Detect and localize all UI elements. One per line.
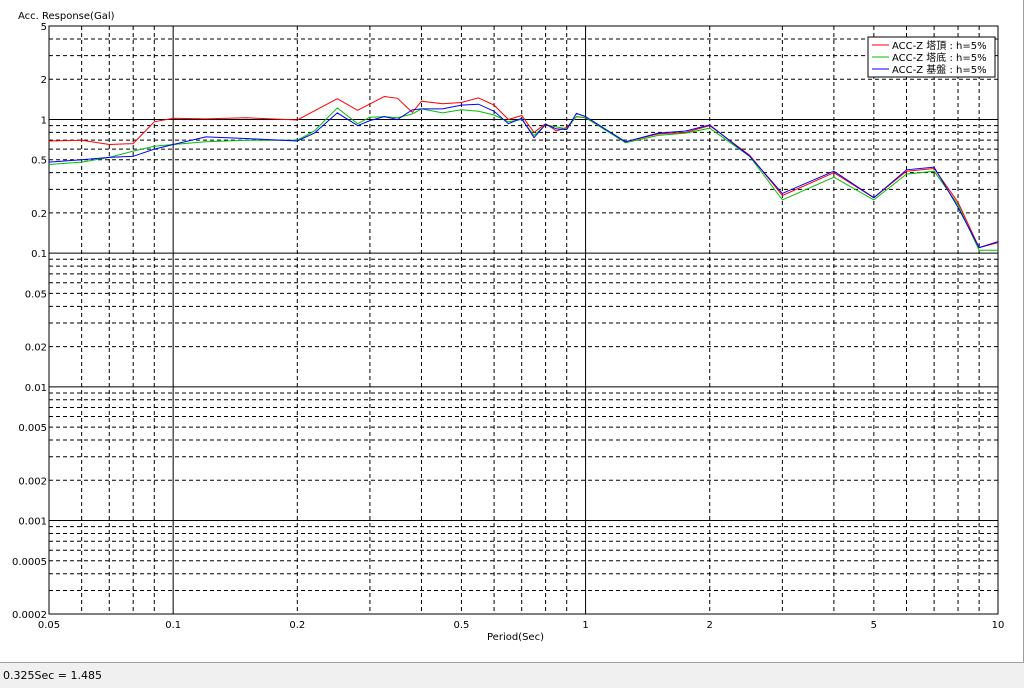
x-tick-label: 10 xyxy=(992,620,1005,631)
x-tick-label: 0.2 xyxy=(289,620,305,631)
legend-label-2: ACC-Z 塔底 : h=5% xyxy=(892,51,987,64)
response-spectrum-chart[interactable]: 0.05 0.1 0.2 0.5 1 2 5 10 5 2 1 0.5 0.2 0.1 0.05 0.02 0.… xyxy=(0,0,1024,662)
y-tick-label: 0.1 xyxy=(31,249,47,260)
y-tick-label: 0.02 xyxy=(25,343,47,354)
y-tick-label: 0.01 xyxy=(25,383,47,394)
status-bar: 0.325Sec = 1.485 xyxy=(0,662,1024,688)
y-tick-label: 1 xyxy=(41,115,47,126)
plot-frame xyxy=(48,25,999,615)
y-tick-label: 0.0005 xyxy=(12,557,47,568)
legend-label-1: ACC-Z 塔頂 : h=5% xyxy=(892,39,987,52)
y-tick-label: 0.05 xyxy=(25,289,47,300)
y-tick-label: 0.001 xyxy=(18,517,47,528)
x-tick-label: 1 xyxy=(582,620,588,631)
x-axis-title: Period(Sec) xyxy=(487,632,544,643)
y-tick-label: 0.2 xyxy=(31,209,47,220)
x-tick-label: 0.1 xyxy=(165,620,181,631)
y-tick-label: 2 xyxy=(41,75,47,86)
chart-area[interactable]: 0.05 0.1 0.2 0.5 1 2 5 10 5 2 1 0.5 0.2 0.1 0.05 0.02 0.… xyxy=(0,0,1024,662)
y-tick-label: 0.0002 xyxy=(12,610,47,621)
x-tick-label: 2 xyxy=(707,620,713,631)
x-tick-label: 5 xyxy=(871,620,877,631)
y-tick-label: 5 xyxy=(41,22,47,33)
status-readout: 0.325Sec = 1.485 xyxy=(3,669,102,682)
y-tick-label: 0.002 xyxy=(18,476,47,487)
x-tick-label: 0.5 xyxy=(453,620,469,631)
y-axis-title: Acc. Response(Gal) xyxy=(18,11,115,22)
y-tick-label: 0.5 xyxy=(31,156,47,167)
x-tick-label: 0.05 xyxy=(38,620,60,631)
y-tick-label: 0.005 xyxy=(18,423,47,434)
legend-label-3: ACC-Z 基盤 : h=5% xyxy=(892,63,987,76)
